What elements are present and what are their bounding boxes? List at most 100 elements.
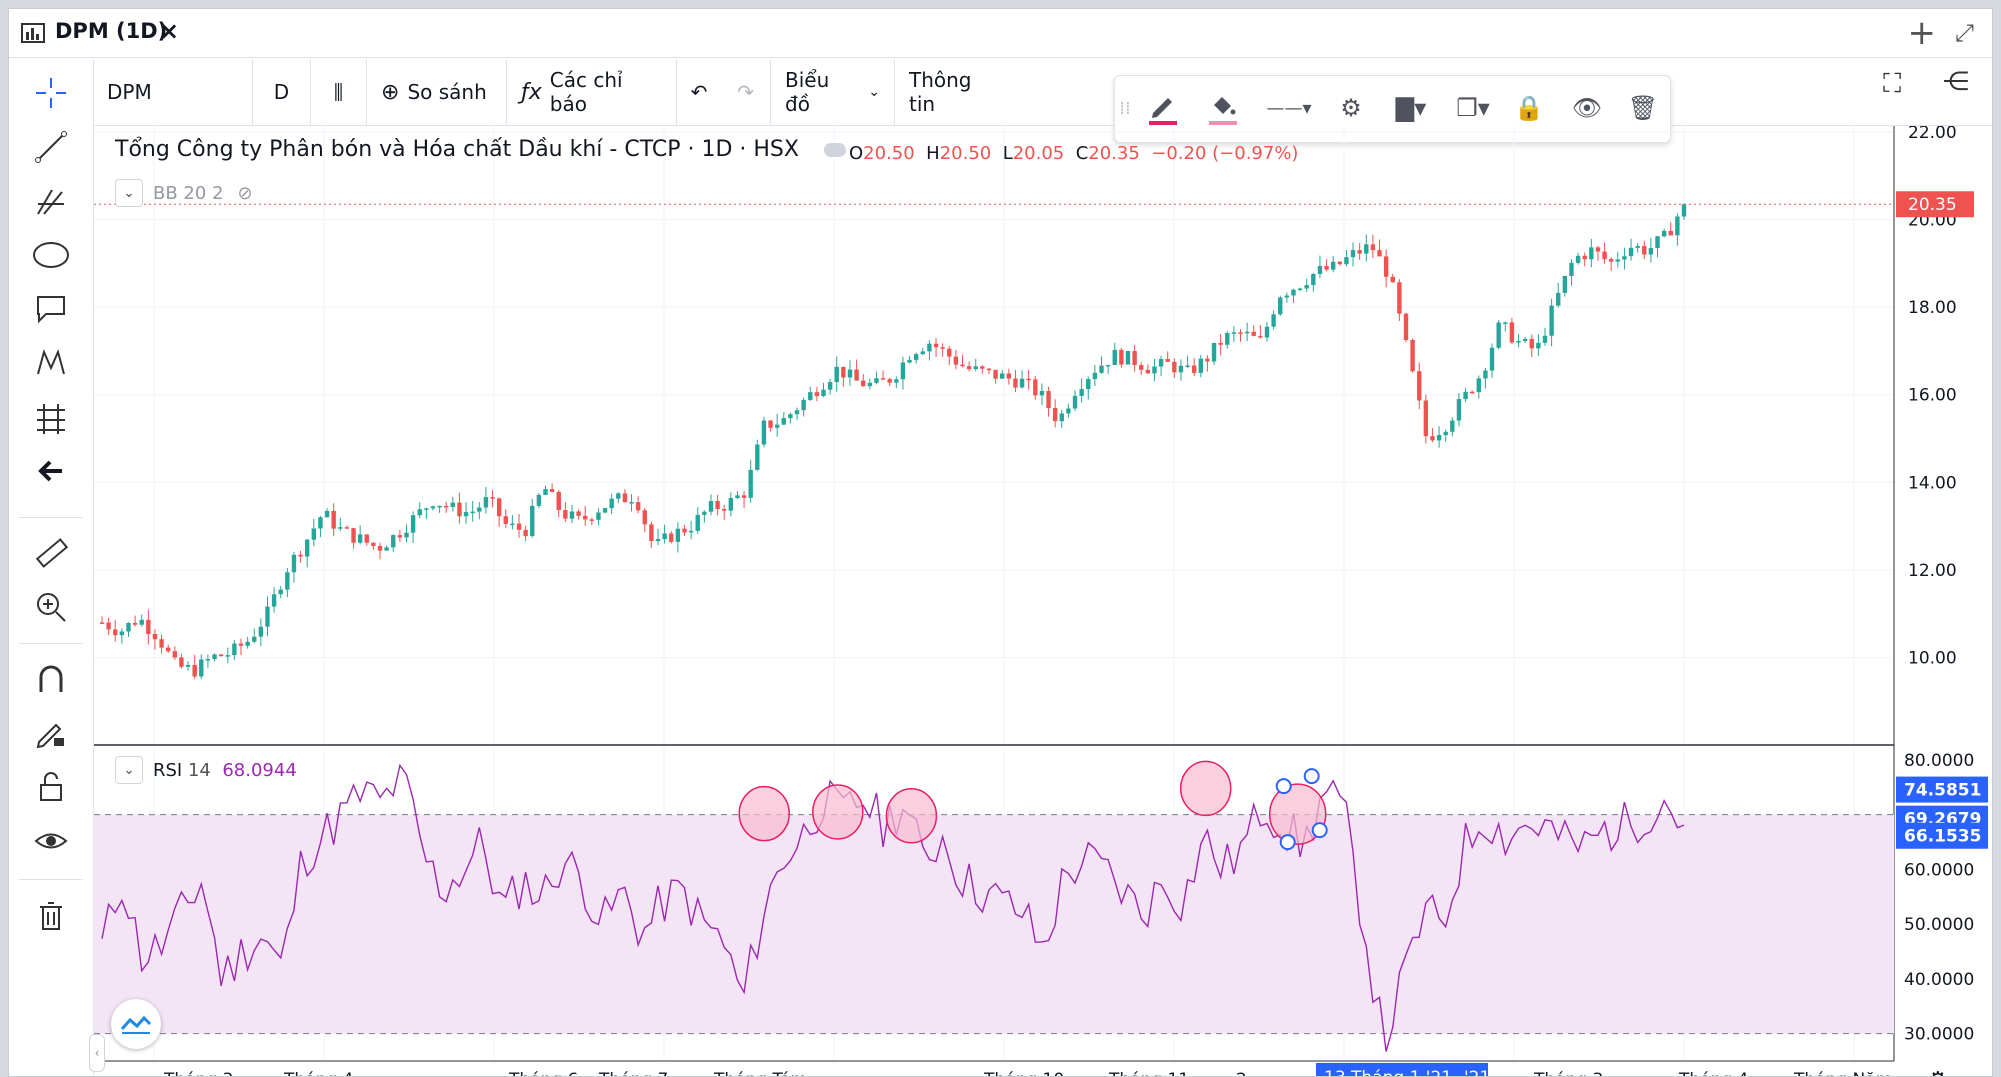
candle-body: [854, 369, 859, 381]
stay-drawing-tool[interactable]: [23, 709, 79, 757]
share-icon[interactable]: ⋲: [1943, 67, 1969, 97]
rsi-period: 14: [187, 759, 211, 781]
drag-handle-icon[interactable]: ⁞⁞: [1117, 84, 1133, 132]
indicators-button[interactable]: ƒx Các chỉ báo: [507, 59, 677, 125]
candle-body: [1377, 250, 1382, 257]
collapse-sidebar-icon[interactable]: ‹: [89, 1034, 105, 1072]
hide-drawings-tool[interactable]: [23, 817, 79, 865]
candle-body: [1582, 255, 1587, 260]
crosshair-tool[interactable]: [23, 69, 79, 117]
collapse-legend-button[interactable]: ⌄: [115, 179, 143, 207]
shape-tool[interactable]: [23, 231, 79, 279]
ellipse-drawing[interactable]: [885, 788, 938, 844]
candle-body: [1244, 331, 1250, 334]
candle-body: [1145, 369, 1151, 374]
drawing-handle[interactable]: [1303, 768, 1320, 785]
fill-color-button[interactable]: [1199, 84, 1247, 132]
eye-off-icon[interactable]: ⊘: [238, 183, 253, 204]
legend-dash-icon[interactable]: [823, 143, 846, 157]
rsi-axis-label: 40.0000: [1904, 970, 1974, 990]
lock-button[interactable]: 🔒: [1505, 84, 1553, 132]
candle-body: [397, 535, 403, 538]
visibility-button[interactable]: 👁: [1563, 84, 1611, 132]
chart-logo-icon: [21, 23, 45, 43]
sidebar-divider: [19, 643, 83, 644]
remove-drawings-tool[interactable]: [23, 891, 79, 939]
ellipse-drawing[interactable]: [1179, 760, 1232, 817]
tradingview-logo[interactable]: [111, 999, 161, 1049]
candle-body: [318, 517, 323, 529]
candle-body: [1284, 295, 1290, 298]
ellipse-drawing[interactable]: [738, 785, 790, 842]
drawing-handle[interactable]: [1279, 834, 1296, 851]
candle-body: [1430, 436, 1435, 441]
text-tool[interactable]: [23, 285, 79, 333]
candle-body: [596, 512, 601, 520]
rsi-axis-label: 80.0000: [1904, 751, 1974, 771]
candle-body: [728, 498, 734, 511]
candle-body: [880, 378, 886, 380]
drawing-handle[interactable]: [1311, 822, 1328, 839]
candle-body: [1622, 256, 1627, 260]
arrow-left-icon: [38, 460, 62, 482]
measure-tool[interactable]: [23, 529, 79, 577]
line-color-button[interactable]: [1139, 84, 1187, 132]
fib-tool[interactable]: [23, 177, 79, 225]
undo-button[interactable]: ↶: [677, 59, 721, 125]
rsi-axis-label: 60.0000: [1904, 860, 1974, 880]
price-axis-label: 18.00: [1908, 298, 1957, 318]
candle-body: [947, 348, 952, 357]
lock-all-tool[interactable]: [23, 763, 79, 811]
add-chart-icon[interactable]: +: [1908, 13, 1937, 53]
visual-order-button[interactable]: ▇▾: [1383, 84, 1439, 132]
settings-button[interactable]: ⚙: [1327, 84, 1375, 132]
clone-button[interactable]: ❐▾: [1445, 84, 1501, 132]
time-axis-label: 2: [1236, 1070, 1247, 1076]
ellipse-drawing[interactable]: [812, 784, 864, 840]
candle-body: [1304, 285, 1309, 289]
line-style-icon: ——▾: [1266, 97, 1312, 119]
interval-button[interactable]: D: [253, 59, 311, 125]
rsi-band: [94, 814, 1894, 1034]
fullscreen-icon[interactable]: ⛶: [1883, 69, 1901, 100]
candle-body: [298, 554, 303, 557]
candle-body: [437, 505, 442, 508]
hide-toolbar-tool[interactable]: [23, 447, 79, 495]
symbol-search[interactable]: DPM: [93, 59, 253, 125]
magnet-tool[interactable]: [23, 655, 79, 703]
pattern-tool[interactable]: [23, 339, 79, 387]
compare-button[interactable]: ⊕ So sánh: [367, 59, 507, 125]
chart-type-button[interactable]: ⫼: [311, 59, 367, 125]
candle-body: [1086, 379, 1091, 390]
close-icon[interactable]: ×: [159, 17, 179, 45]
zoom-tool[interactable]: [23, 583, 79, 631]
delete-button[interactable]: 🗑: [1619, 84, 1667, 132]
time-axis-label: Tháng 7: [598, 1070, 668, 1076]
candle-body: [1092, 372, 1098, 380]
candle-body: [702, 511, 707, 515]
candle-body: [1642, 246, 1647, 255]
chart-canvas[interactable]: 22.0020.0018.0016.0014.0012.0010.0020.35…: [94, 126, 1994, 1076]
chart-menu-button[interactable]: Biểu đồ ⌄: [771, 59, 895, 125]
crosshair-icon: [36, 78, 66, 108]
candle-body: [1569, 262, 1574, 276]
candle-body: [510, 523, 515, 526]
candle-body: [1549, 305, 1554, 336]
candle-body: [1595, 247, 1601, 252]
collapse-rsi-button[interactable]: ⌄: [115, 756, 143, 784]
candle-body: [1125, 351, 1131, 365]
candle-body: [688, 530, 694, 533]
trash-icon: [40, 902, 62, 930]
high-value: 20.50: [939, 143, 992, 164]
info-button[interactable]: Thông tin: [895, 59, 1017, 125]
redo-button[interactable]: ↷: [721, 59, 771, 125]
candle-body: [563, 510, 568, 519]
drawing-handle[interactable]: [1275, 778, 1292, 795]
candle-body: [1602, 251, 1607, 260]
trend-line-tool[interactable]: [23, 123, 79, 171]
line-style-button[interactable]: ——▾: [1259, 84, 1319, 132]
expand-icon[interactable]: ⤢: [1955, 19, 1974, 47]
candle-body: [126, 622, 131, 632]
prediction-tool[interactable]: [23, 393, 79, 441]
candle-body: [1178, 365, 1184, 373]
